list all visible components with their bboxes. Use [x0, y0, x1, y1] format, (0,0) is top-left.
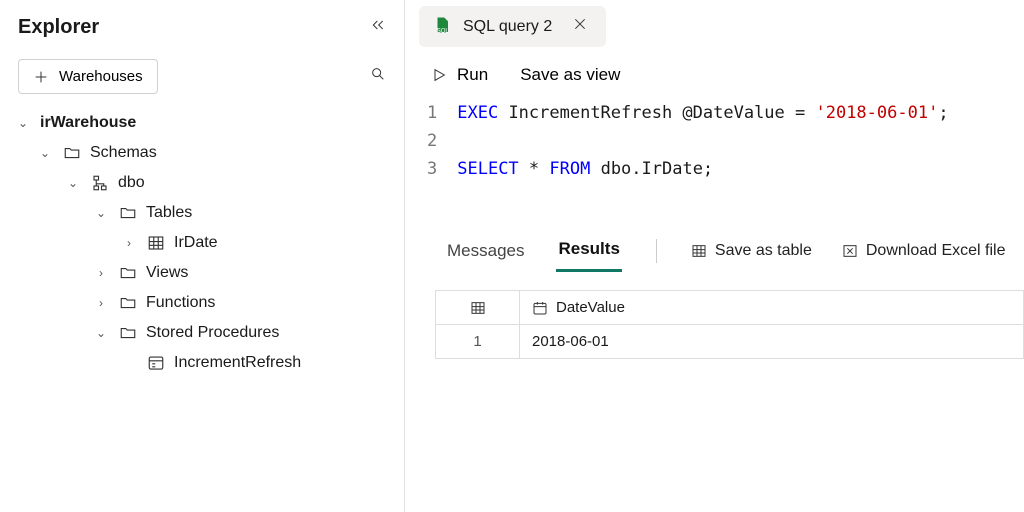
tree-label: Tables	[146, 204, 192, 222]
tree-item-irdate[interactable]: › IrDate	[8, 228, 396, 258]
tab-results[interactable]: Results	[556, 229, 621, 272]
svg-text:SQL: SQL	[437, 29, 450, 35]
folder-icon	[62, 144, 82, 162]
folder-icon	[118, 204, 138, 222]
download-excel-button[interactable]: Download Excel file	[842, 242, 1006, 260]
tree-item-functions[interactable]: › Functions	[8, 288, 396, 318]
column-header-datevalue[interactable]: DateValue	[520, 291, 1024, 324]
explorer-tree: ⌄ irWarehouse ⌄ Schemas ⌄ dbo ⌄ Tables ›…	[0, 98, 404, 378]
save-as-view-label: Save as view	[520, 65, 620, 85]
calendar-icon	[532, 300, 548, 316]
procedure-icon	[146, 354, 166, 372]
save-as-table-button[interactable]: Save as table	[691, 242, 812, 260]
add-warehouses-label: Warehouses	[59, 68, 143, 85]
close-tab-button[interactable]	[572, 16, 588, 37]
folder-icon	[118, 264, 138, 282]
grid-header-row: DateValue	[436, 291, 1024, 325]
chevron-right-icon: ›	[92, 266, 110, 280]
sql-file-icon: SQL	[433, 16, 451, 37]
table-row[interactable]: 1 2018-06-01	[436, 325, 1024, 359]
tab-sql-query[interactable]: SQL SQL query 2	[419, 6, 606, 47]
search-button[interactable]	[370, 66, 386, 87]
collapse-sidebar-button[interactable]	[370, 17, 386, 38]
tree-label: IncrementRefresh	[174, 354, 301, 372]
save-as-view-button[interactable]: Save as view	[520, 65, 620, 85]
chevron-right-icon: ›	[120, 236, 138, 250]
divider	[656, 239, 657, 263]
folder-icon	[118, 324, 138, 342]
tree-label: Views	[146, 264, 188, 282]
results-panel: Messages Results Save as table Download …	[405, 229, 1024, 359]
chevron-down-icon: ⌄	[92, 206, 110, 220]
query-toolbar: Run Save as view	[405, 47, 1024, 95]
tree-item-tables[interactable]: ⌄ Tables	[8, 198, 396, 228]
chevron-down-icon: ⌄	[64, 176, 82, 190]
table-icon	[146, 234, 166, 252]
tree-item-schemas[interactable]: ⌄ Schemas	[8, 138, 396, 168]
sql-editor[interactable]: 123 EXEC IncrementRefresh @DateValue = '…	[405, 95, 1024, 183]
run-button[interactable]: Run	[431, 65, 488, 85]
close-icon	[572, 16, 588, 32]
tree-item-views[interactable]: › Views	[8, 258, 396, 288]
tree-item-incrementrefresh[interactable]: IncrementRefresh	[8, 348, 396, 378]
row-index: 1	[436, 325, 520, 358]
excel-icon	[842, 243, 858, 259]
tree-label: Schemas	[90, 144, 157, 162]
tree-label: dbo	[118, 174, 145, 192]
schema-icon	[90, 174, 110, 192]
search-icon	[370, 66, 386, 82]
results-grid: DateValue 1 2018-06-01	[435, 290, 1024, 359]
tree-item-dbo[interactable]: ⌄ dbo	[8, 168, 396, 198]
tree-item-stored-procedures[interactable]: ⌄ Stored Procedures	[8, 318, 396, 348]
play-icon	[431, 67, 447, 83]
add-warehouses-button[interactable]: Warehouses	[18, 59, 158, 94]
cell-datevalue: 2018-06-01	[520, 325, 1024, 358]
main-panel: SQL SQL query 2 Run Save as view 123 EXE…	[405, 0, 1024, 512]
tree-label: IrDate	[174, 234, 218, 252]
line-gutter: 123	[427, 99, 457, 183]
tab-messages[interactable]: Messages	[445, 231, 526, 271]
chevron-down-icon: ⌄	[14, 116, 32, 130]
chevron-right-icon: ›	[92, 296, 110, 310]
run-label: Run	[457, 65, 488, 85]
plus-icon	[33, 69, 49, 85]
table-icon	[470, 300, 486, 316]
tab-bar: SQL SQL query 2	[405, 0, 1024, 47]
tree-label: Stored Procedures	[146, 324, 279, 342]
tree-item-warehouse[interactable]: ⌄ irWarehouse	[8, 108, 396, 138]
tab-label: SQL query 2	[463, 18, 552, 36]
chevron-double-left-icon	[370, 17, 386, 33]
tree-label: Functions	[146, 294, 215, 312]
chevron-down-icon: ⌄	[36, 146, 54, 160]
explorer-sidebar: Explorer Warehouses ⌄ irWarehouse ⌄ Sche…	[0, 0, 405, 512]
code-area[interactable]: EXEC IncrementRefresh @DateValue = '2018…	[457, 99, 948, 183]
tree-label: irWarehouse	[40, 114, 136, 132]
explorer-title: Explorer	[18, 16, 99, 39]
folder-icon	[118, 294, 138, 312]
grid-corner-cell[interactable]	[436, 291, 520, 324]
table-icon	[691, 243, 707, 259]
chevron-down-icon: ⌄	[92, 326, 110, 340]
